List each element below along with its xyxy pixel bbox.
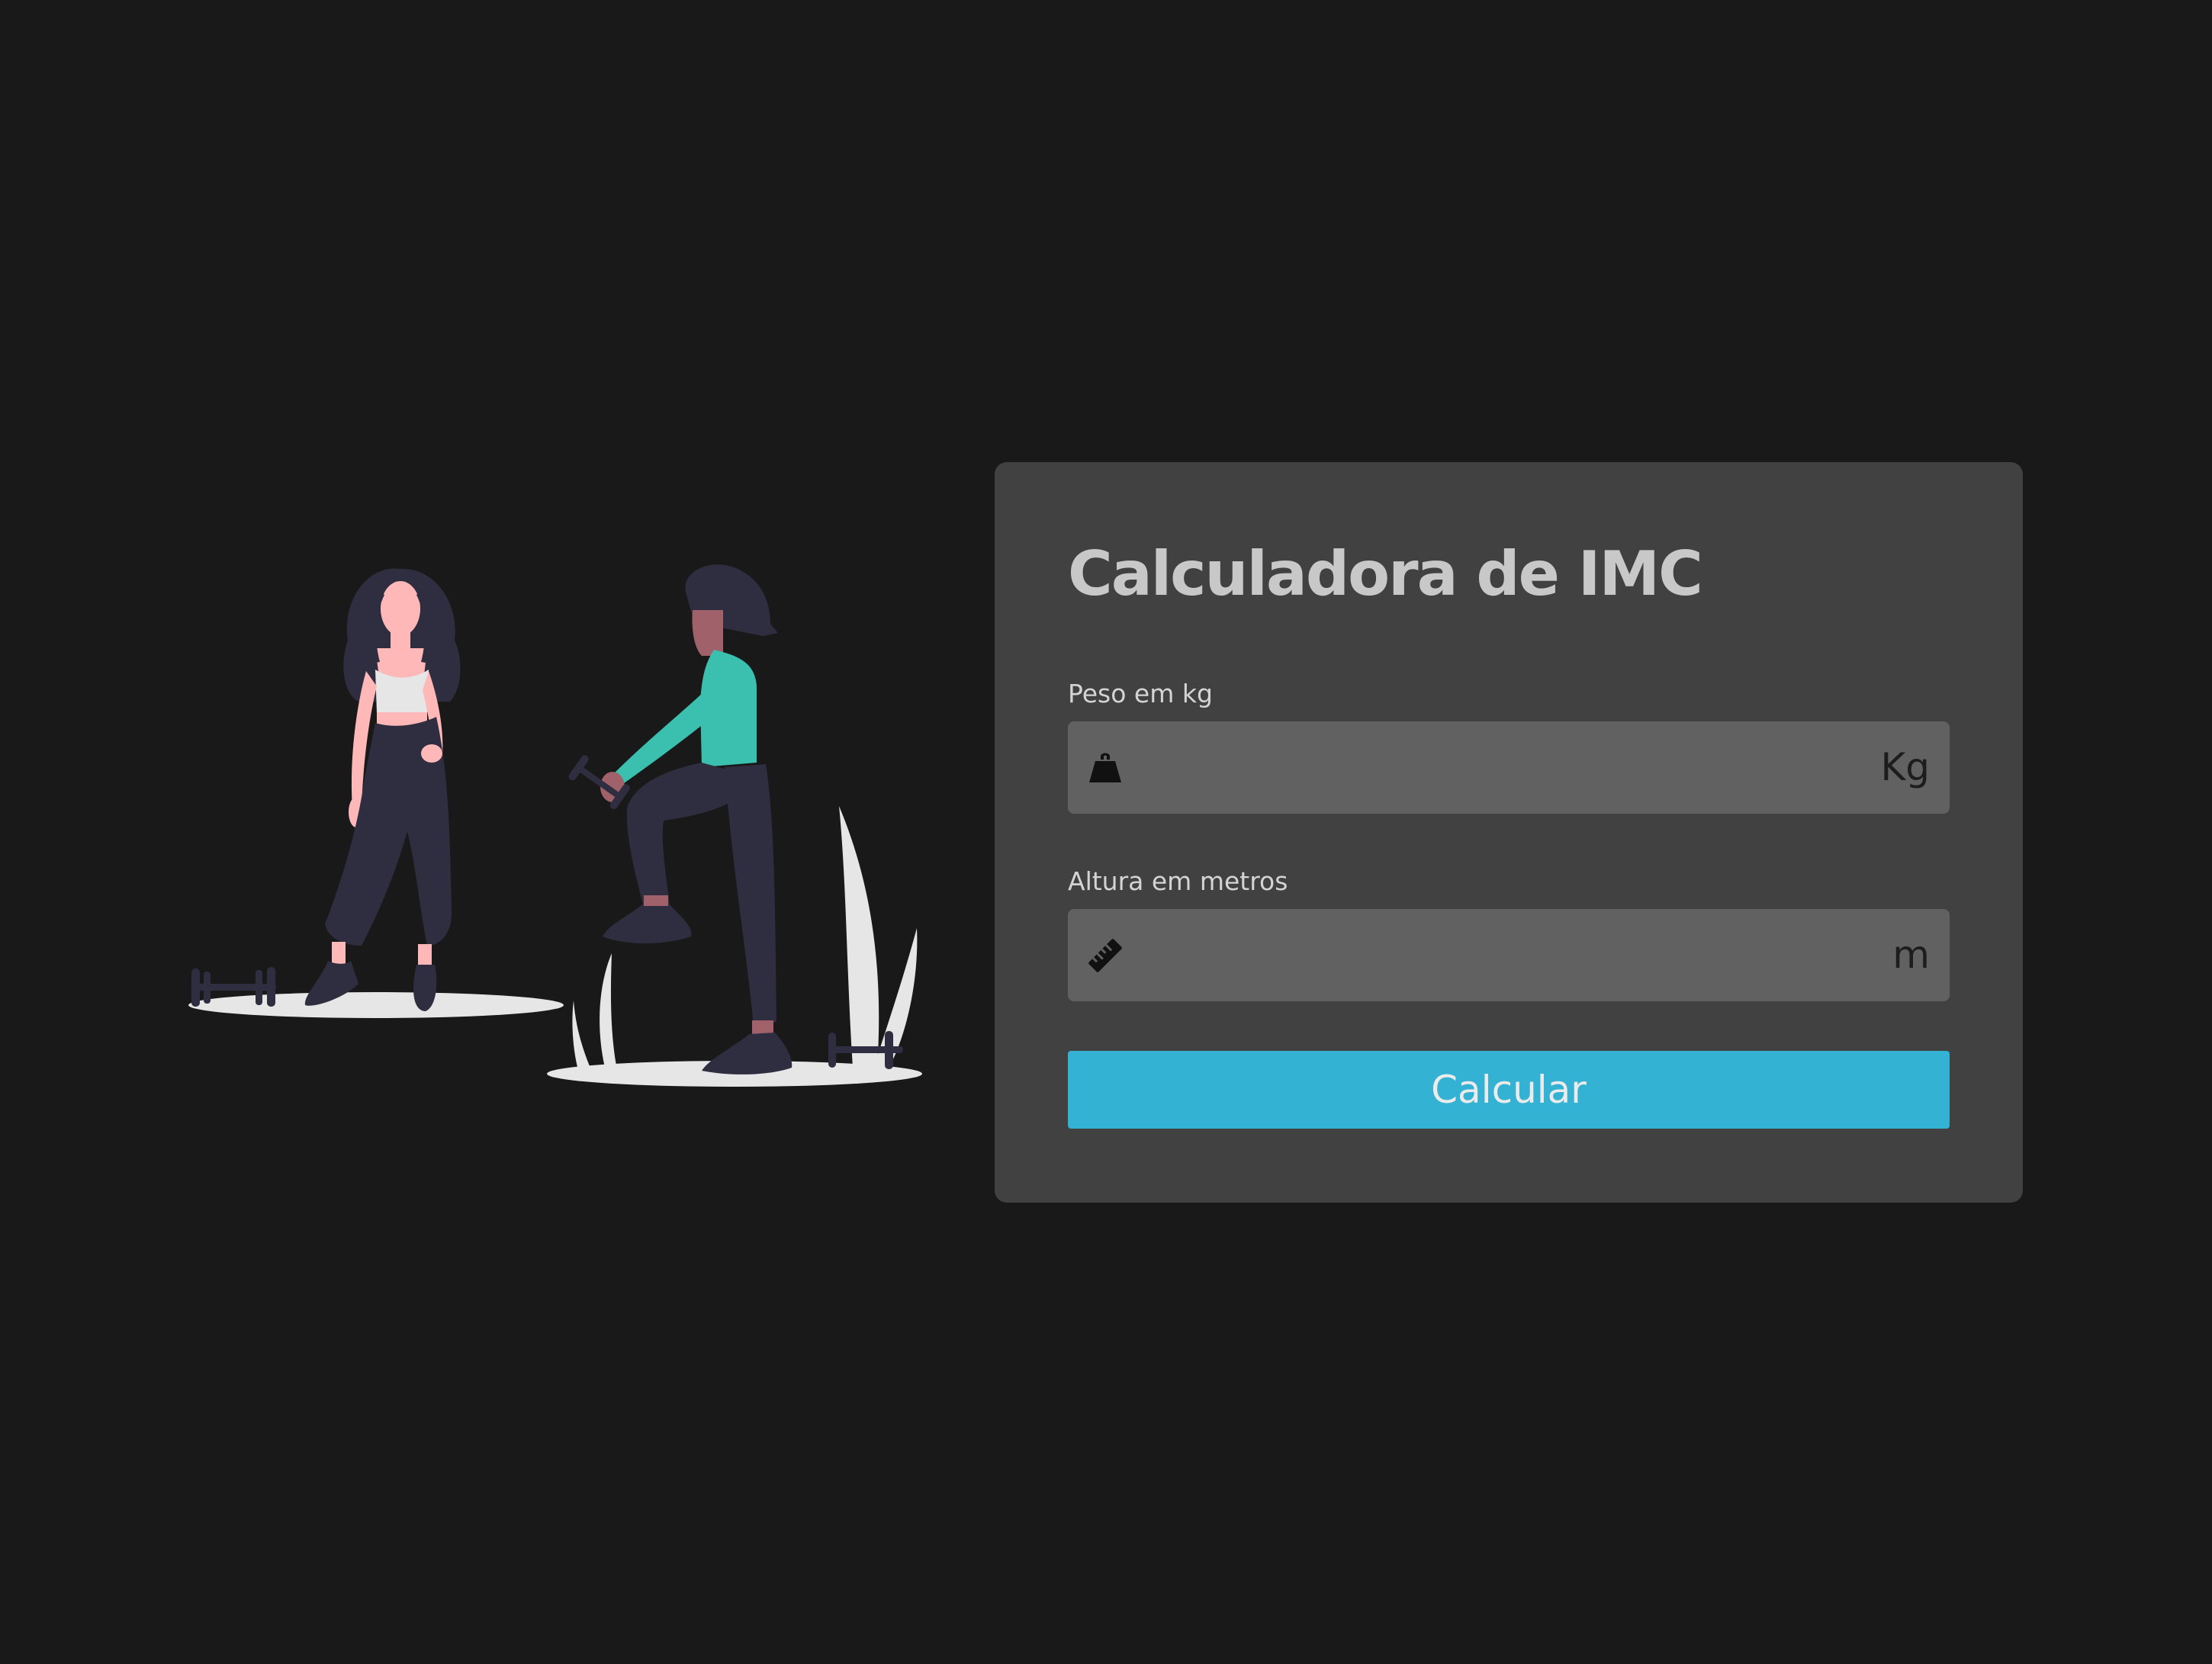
grass-blade	[600, 953, 618, 1074]
height-input[interactable]	[1137, 909, 1823, 1001]
weight-unit: Kg	[1880, 745, 1930, 789]
weight-input[interactable]	[1137, 721, 1823, 814]
page-title: Calculadora de IMC	[1068, 538, 1703, 609]
fitness-illustration	[188, 564, 922, 1087]
weight-label: Peso em kg	[1068, 679, 1213, 708]
height-label: Altura em metros	[1068, 866, 1288, 896]
woman-standing	[304, 568, 461, 1011]
grass-blade	[572, 1001, 593, 1075]
weight-field[interactable]: Kg	[1068, 721, 1950, 814]
ruler-icon	[1088, 939, 1122, 972]
grass-blade	[839, 806, 879, 1068]
imc-calculator-card: Calculadora de IMC Peso em kg Kg Altura …	[995, 462, 2023, 1203]
ground-shadow-left	[188, 992, 564, 1018]
weight-icon	[1089, 753, 1121, 782]
height-field[interactable]: m	[1068, 909, 1950, 1001]
height-unit: m	[1892, 933, 1930, 977]
calculate-button[interactable]: Calcular	[1068, 1051, 1950, 1129]
page: Calculadora de IMC Peso em kg Kg Altura …	[0, 0, 2212, 1664]
